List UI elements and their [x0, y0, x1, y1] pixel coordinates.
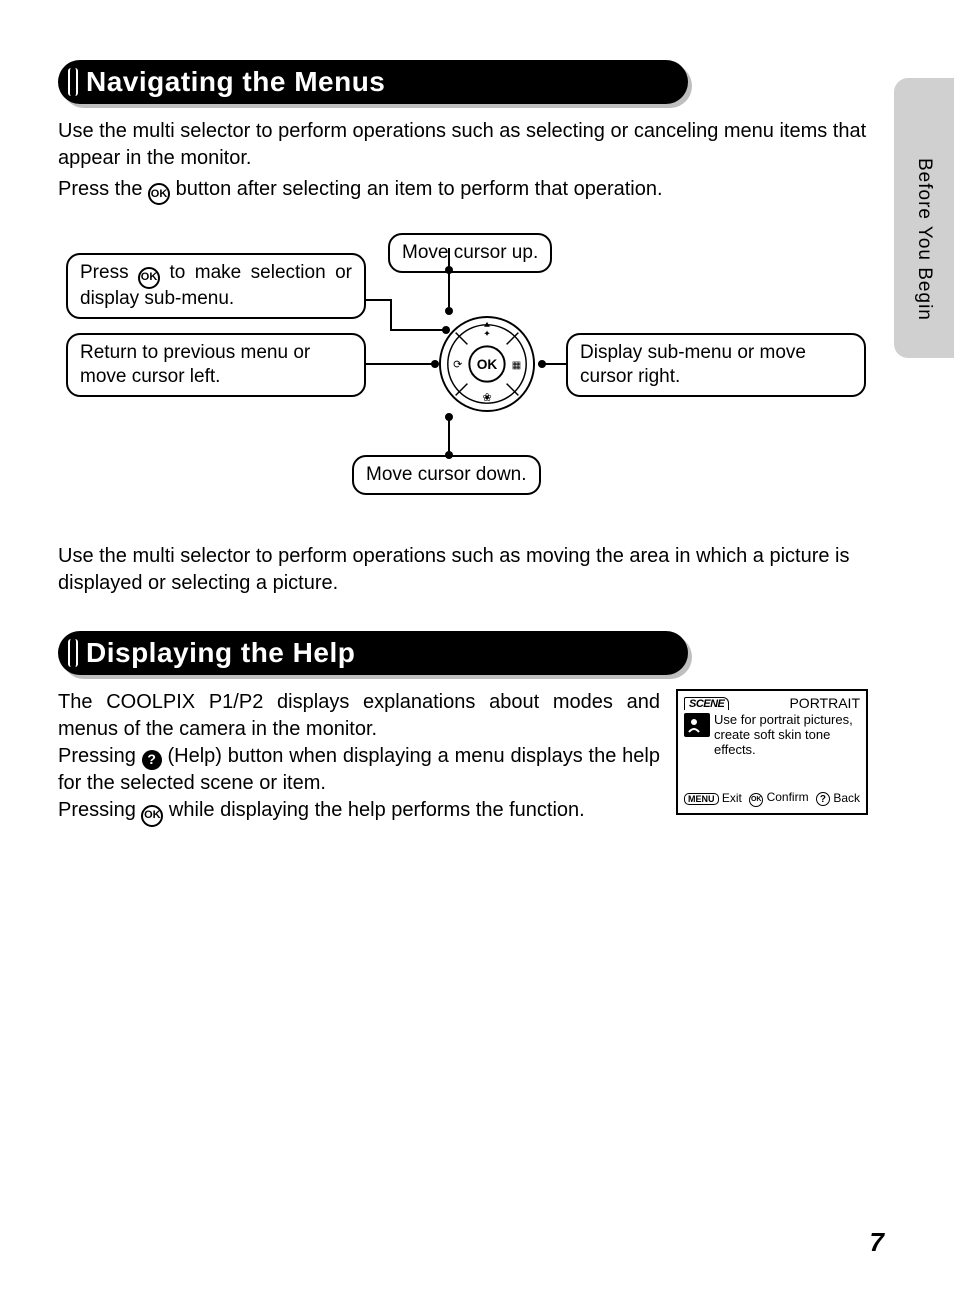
svg-text:OK: OK: [477, 357, 498, 372]
section1-para2: Press the OK button after selecting an i…: [58, 176, 868, 203]
section2-para2: Pressing ? (Help) button when displaying…: [58, 743, 660, 797]
sidebar-label: Before You Begin: [913, 158, 935, 321]
page-content: Navigating the Menus Use the multi selec…: [58, 60, 868, 825]
lcd-title: PORTRAIT: [789, 695, 860, 711]
svg-text:⟳: ⟳: [453, 359, 462, 371]
ok-icon: OK: [141, 805, 163, 827]
heading-text-2: Displaying the Help: [86, 637, 355, 669]
section1-para3: Use the multi selector to perform operat…: [58, 543, 868, 597]
portrait-icon: [684, 713, 710, 737]
heading-text: Navigating the Menus: [86, 66, 385, 98]
heading-navigating: Navigating the Menus: [58, 60, 868, 104]
section2-para3: Pressing OK while displaying the help pe…: [58, 797, 660, 824]
multi-selector-diagram: Move cursor up. Press OK to make selecti…: [58, 233, 868, 503]
svg-text:▦: ▦: [512, 360, 521, 371]
section2-body: The COOLPIX P1/P2 displays explanations …: [58, 689, 660, 824]
callout-left: Return to previous menu or move cursor l…: [66, 333, 366, 397]
help-icon: ?: [816, 792, 830, 806]
callout-right: Display sub-menu or move cursor right.: [566, 333, 866, 397]
page-number: 7: [870, 1227, 884, 1258]
lcd-desc: Use for portrait pictures, create soft s…: [714, 713, 860, 758]
svg-text:❀: ❀: [482, 393, 491, 405]
callout-up: Move cursor up.: [388, 233, 552, 273]
help-icon: ?: [142, 750, 162, 770]
ok-icon: OK: [138, 267, 160, 289]
multi-selector-icon: OK ✦ ❀ ⟳ ▦: [438, 315, 536, 413]
help-screen-example: SCENE PORTRAIT Use for portrait pictures…: [676, 689, 868, 814]
ok-icon: OK: [148, 183, 170, 205]
ok-icon: OK: [749, 793, 763, 807]
svg-text:✦: ✦: [483, 329, 491, 339]
sidebar-tab: Before You Begin: [894, 78, 954, 358]
callout-ok: Press OK to make selection or display su…: [66, 253, 366, 319]
menu-icon: MENU: [684, 793, 719, 805]
section2-para1: The COOLPIX P1/P2 displays explanations …: [58, 689, 660, 743]
heading-help: Displaying the Help: [58, 631, 868, 675]
section1-para1: Use the multi selector to perform operat…: [58, 118, 868, 172]
callout-down: Move cursor down.: [352, 455, 541, 495]
scene-tab: SCENE: [684, 697, 729, 710]
